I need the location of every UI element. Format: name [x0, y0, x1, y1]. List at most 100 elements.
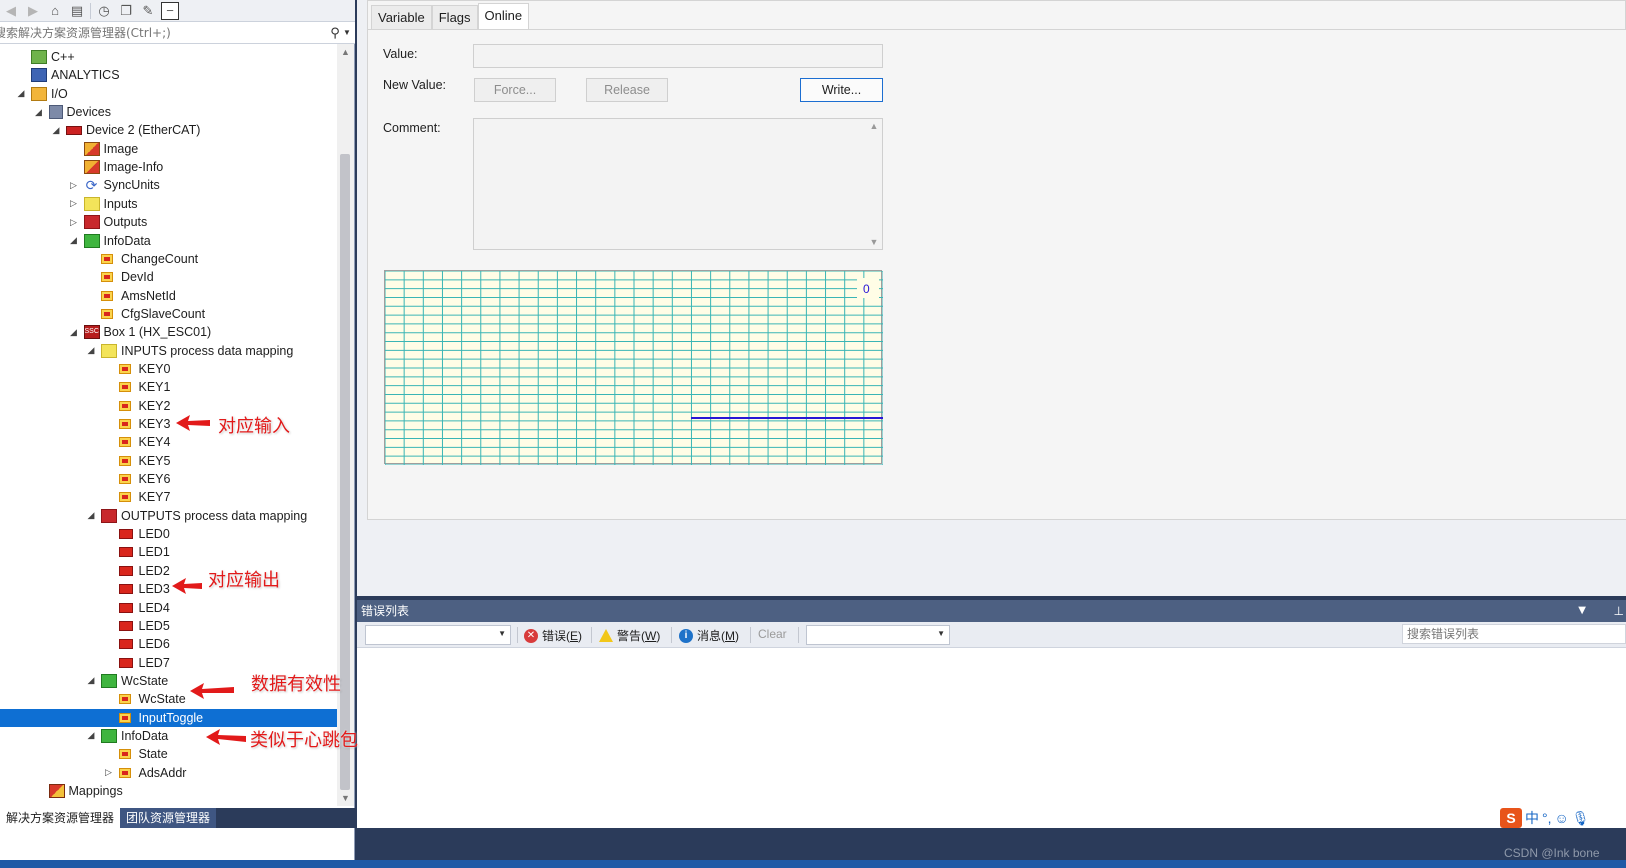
tree-node[interactable]: LED0 — [118, 525, 170, 543]
tree-node[interactable]: Image-Info — [83, 158, 163, 176]
expanded-arrow-icon[interactable]: ◢ — [50, 125, 62, 136]
tree-node[interactable]: LED6 — [118, 635, 170, 653]
toolbar-separator — [517, 627, 518, 643]
tree-node[interactable]: LED1 — [118, 543, 170, 561]
errors-filter-button[interactable]: ✕ 错误(E) — [524, 627, 582, 644]
tree-icon[interactable]: ▤ — [68, 2, 86, 20]
expanded-arrow-icon[interactable]: ◢ — [33, 107, 45, 118]
collapsed-arrow-icon[interactable]: ▷ — [68, 198, 80, 209]
tree-node[interactable]: KEY7 — [118, 488, 170, 506]
microphone-icon[interactable]: 🎙 — [1572, 810, 1590, 827]
tab-variable[interactable]: Variable — [371, 5, 432, 29]
comment-textarea[interactable]: ▲ ▼ — [473, 118, 883, 250]
search-icon[interactable]: ⚲ — [327, 25, 343, 41]
tree-node[interactable]: ANALYTICS — [31, 66, 120, 84]
ime-language[interactable]: 中 — [1525, 808, 1539, 828]
warnings-filter-button[interactable]: 警告(W) — [599, 627, 660, 644]
ime-punctuation[interactable]: °, — [1542, 810, 1552, 826]
scroll-down-icon[interactable]: ▼ — [866, 237, 882, 247]
tree-node[interactable]: State — [118, 745, 168, 763]
scroll-down-icon[interactable]: ▼ — [337, 790, 354, 806]
tree-node[interactable]: KEY1 — [118, 378, 171, 396]
box-icon: SSC — [83, 325, 100, 340]
tab-team-explorer[interactable]: 团队资源管理器 — [120, 808, 217, 828]
tree-node[interactable]: KEY4 — [118, 433, 170, 451]
tree-node[interactable]: ChangeCount — [101, 250, 198, 268]
tree-node[interactable]: LED3 — [118, 580, 170, 598]
release-button[interactable]: Release — [586, 78, 668, 102]
pin-icon[interactable]: ⊥ — [1614, 600, 1624, 622]
tree-node[interactable]: ◢ INPUTS process data mapping — [88, 342, 293, 360]
build-filter-dropdown[interactable]: ▼ — [806, 625, 950, 645]
wrench-icon[interactable]: ✎ — [139, 2, 157, 20]
tree-node[interactable]: C++ — [31, 48, 75, 66]
forward-arrow-icon[interactable]: ▶ — [24, 2, 42, 20]
messages-filter-button[interactable]: i 消息(M) — [679, 627, 739, 644]
tree-node[interactable]: KEY0 — [118, 360, 170, 378]
tree-node[interactable]: ◢ InfoData — [88, 727, 168, 745]
emoji-icon[interactable]: ☺ — [1555, 810, 1569, 826]
tree-node[interactable]: Image — [83, 140, 138, 158]
tree-node[interactable]: KEY2 — [118, 397, 170, 415]
scroll-up-icon[interactable]: ▲ — [866, 121, 882, 131]
tree-node[interactable]: LED5 — [118, 617, 170, 635]
back-arrow-icon[interactable]: ◀ — [2, 2, 20, 20]
scroll-up-icon[interactable]: ▲ — [337, 44, 354, 60]
dropdown-arrow-icon[interactable]: ▼ — [1578, 600, 1586, 622]
explorer-search-input[interactable] — [0, 25, 327, 40]
collapsed-arrow-icon[interactable]: ▷ — [103, 767, 115, 778]
tree-node[interactable]: ▷ Outputs — [70, 213, 147, 231]
collapsed-arrow-icon[interactable]: ▷ — [68, 180, 80, 191]
expanded-arrow-icon[interactable]: ◢ — [15, 88, 27, 99]
comment-scrollbar[interactable]: ▲ ▼ — [866, 119, 882, 249]
expanded-arrow-icon[interactable]: ◢ — [85, 510, 97, 521]
tree-node[interactable]: AmsNetId — [101, 287, 176, 305]
expanded-arrow-icon[interactable]: ◢ — [68, 327, 80, 338]
copy-icon[interactable]: ❐ — [117, 2, 135, 20]
write-button[interactable]: Write... — [800, 78, 883, 102]
tree-node[interactable]: KEY3 — [118, 415, 170, 433]
tree-node[interactable]: ◢ OUTPUTS process data mapping — [88, 507, 307, 525]
tree-node[interactable]: DevId — [101, 268, 154, 286]
expanded-arrow-icon[interactable]: ◢ — [85, 675, 97, 686]
red-folder-icon — [101, 508, 117, 523]
clear-button[interactable]: Clear — [758, 627, 787, 641]
home-icon[interactable]: ⌂ — [46, 2, 64, 20]
device-icon — [66, 125, 82, 135]
minus-icon[interactable]: − — [161, 1, 179, 20]
tree-node[interactable]: KEY6 — [118, 470, 170, 488]
tree-node[interactable]: ◢ WcState — [88, 672, 168, 690]
chevron-down-icon[interactable]: ▼ — [343, 28, 355, 37]
error-list-search-input[interactable]: 搜索错误列表 — [1402, 624, 1626, 644]
tree-node[interactable]: ◢ InfoData — [70, 232, 151, 250]
tree-node[interactable]: ◢ Device 2 (EtherCAT) — [53, 121, 201, 139]
expanded-arrow-icon[interactable]: ◢ — [85, 730, 97, 741]
history-icon[interactable]: ◷ — [95, 2, 113, 20]
tree-node[interactable]: InputToggle — [0, 708, 337, 727]
tree-node[interactable]: ▷ Inputs — [70, 195, 138, 213]
tree-node[interactable]: CfgSlaveCount — [101, 305, 205, 323]
tree-node[interactable]: ▷ AdsAddr — [105, 764, 186, 782]
force-button[interactable]: Force... — [474, 78, 556, 102]
tab-flags[interactable]: Flags — [431, 5, 478, 29]
tree-node[interactable]: LED7 — [118, 654, 170, 672]
tree-node[interactable]: ◢ Devices — [35, 103, 111, 121]
tree-node[interactable]: WcState — [118, 690, 186, 708]
expanded-arrow-icon[interactable]: ◢ — [85, 345, 97, 356]
tree-node-label: KEY1 — [138, 380, 171, 395]
tree-node[interactable]: Mappings — [48, 782, 123, 800]
tab-online[interactable]: Online — [477, 3, 530, 29]
tab-solution-explorer[interactable]: 解决方案资源管理器 — [0, 808, 121, 828]
var-icon — [118, 419, 131, 429]
scope-dropdown[interactable]: ▼ — [365, 625, 511, 645]
expanded-arrow-icon[interactable]: ◢ — [68, 235, 80, 246]
ime-toolbar[interactable]: S 中 °, ☺ 🎙 — [1500, 808, 1590, 828]
tree-node[interactable]: LED2 — [118, 562, 170, 580]
scroll-thumb[interactable] — [340, 154, 350, 790]
collapsed-arrow-icon[interactable]: ▷ — [68, 217, 80, 228]
tree-node[interactable]: ▷ ⟳ SyncUnits — [70, 176, 160, 194]
tree-node[interactable]: KEY5 — [118, 452, 170, 470]
tree-node[interactable]: ◢ SSC Box 1 (HX_ESC01) — [70, 323, 211, 341]
tree-node[interactable]: ◢ I/O — [18, 85, 68, 103]
tree-node[interactable]: LED4 — [118, 599, 170, 617]
